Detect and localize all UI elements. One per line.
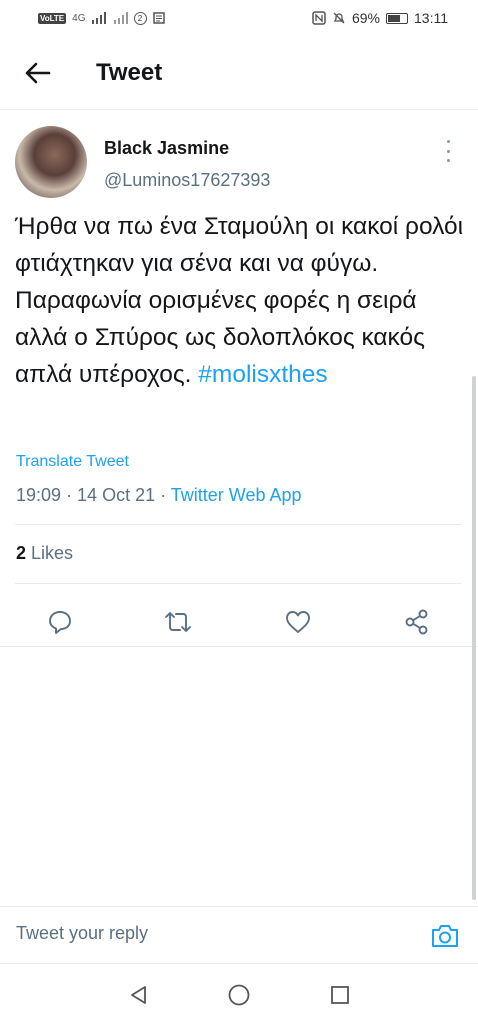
reply-button[interactable] [40,602,80,642]
clock: 13:11 [414,10,448,26]
arrow-left-icon [25,62,51,83]
battery-fill [388,14,400,22]
more-dot-icon [446,159,450,162]
nav-home-button[interactable] [224,980,254,1010]
tweet-detail: Black Jasmine @Luminos17627393 Ήρθα να π… [0,110,478,647]
scrollbar[interactable] [472,376,476,900]
system-navigation-bar [0,964,478,1024]
likes-count[interactable]: 2 Likes [16,543,73,564]
network-type: 4G [72,12,86,24]
square-recents-icon [331,986,349,1004]
share-button[interactable] [397,602,437,642]
mute-icon [333,12,345,24]
reply-composer [0,906,478,964]
meta-separator: · [61,485,78,505]
tweet-source-link[interactable]: Twitter Web App [171,485,302,505]
tweet-time: 19:09 [16,485,62,505]
volte-indicator: VoLTE [38,12,67,24]
nfc-icon [312,11,326,25]
likes-number: 2 [16,543,27,563]
reply-input[interactable] [16,923,396,944]
camera-icon [432,925,458,947]
camera-button[interactable] [428,921,462,951]
app-header: Tweet [0,36,478,110]
tweet-timestamp: 19:09 · 14 Oct 21 · Twitter Web App [16,485,302,506]
tweet-date: 14 Oct 21 [77,485,156,505]
back-button[interactable] [18,53,58,93]
translate-tweet-link[interactable]: Translate Tweet [16,453,129,471]
nav-recents-button[interactable] [325,980,355,1010]
signal-2-icon [113,12,128,24]
more-dot-icon [446,149,450,153]
more-options-button[interactable] [440,140,456,162]
hashtag-link[interactable]: #molisxthes [198,361,327,388]
tweet-actions [0,594,478,650]
likes-label: Likes [26,543,74,563]
triangle-back-icon [131,986,146,1004]
like-icon [286,611,310,633]
battery-icon [386,12,408,24]
reply-icon [49,611,71,634]
avatar[interactable] [15,126,87,198]
tweet-text: Ήρθα να πω ένα Σταμούλη οι κακοί ρολόι φ… [15,208,465,393]
notification-badge-icon: 2 [133,11,147,25]
status-bar: VoLTE 4G 2 69% 13:11 [0,0,478,36]
divider [15,524,462,525]
page-title: Tweet [96,58,163,86]
author-name[interactable]: Black Jasmine [104,138,229,159]
share-icon [405,609,428,635]
battery-percent: 69% [351,10,380,26]
retweet-button[interactable] [158,602,198,642]
retweet-icon [165,612,191,632]
meta-separator: · [155,485,171,505]
divider [0,646,478,647]
status-bar-left: VoLTE 4G 2 [38,11,165,25]
circle-home-icon [228,984,250,1006]
more-dot-icon [446,140,450,143]
signal-icon [91,12,106,24]
divider [15,583,462,584]
like-button[interactable] [278,602,318,642]
tweet-author: Black Jasmine @Luminos17627393 [0,110,478,205]
nav-back-button[interactable] [124,980,154,1010]
message-icon [152,12,165,24]
author-handle[interactable]: @Luminos17627393 [104,170,270,191]
status-bar-right: 69% 13:11 [312,10,448,26]
